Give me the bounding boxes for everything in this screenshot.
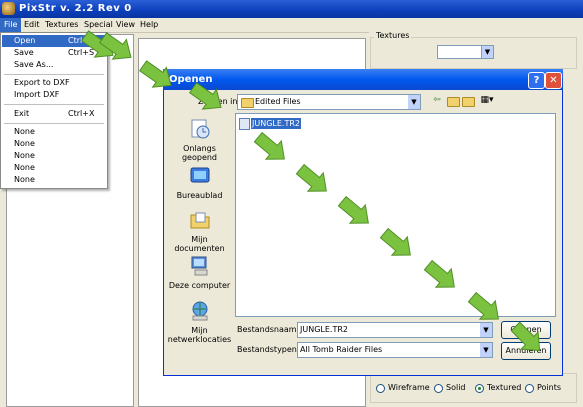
view-menu-icon[interactable]: ▦▾ [478,95,496,106]
radio-solid-label: Solid [446,383,466,392]
filetype-label: Bestandstypen: [237,345,300,354]
radio-textured[interactable] [475,384,484,393]
cancel-button[interactable]: Annuleren [501,342,551,360]
close-button[interactable]: ✕ [545,72,562,89]
network-places-icon [192,301,207,321]
filename-label: Bestandsnaam: [237,325,300,334]
file-icon [239,118,250,130]
app-title-bar: PixStr v. 2.2 Rev 0 [0,0,583,18]
look-in-dropdown[interactable]: Edited Files ▼ [237,94,421,110]
menu-textures[interactable]: Textures [41,18,82,32]
place-desktop[interactable]: Bureaublad [166,165,233,200]
menu-item-recent-1[interactable]: None [2,126,106,138]
back-icon[interactable]: ⇦ [431,95,443,106]
network-places-label: Mijn netwerklocaties [167,326,232,344]
place-my-computer[interactable]: Deze computer [166,255,233,290]
menu-item-recent-4[interactable]: None [2,162,106,174]
menu-separator [4,123,104,124]
place-network[interactable]: Mijn netwerklocaties [166,300,233,344]
my-documents-icon [190,212,209,229]
menu-separator [4,74,104,75]
textures-dropdown[interactable]: ▼ [437,45,494,59]
file-list[interactable] [235,113,556,317]
look-in-label: Zoeken in: [198,97,241,106]
menu-file[interactable]: File [0,18,22,32]
app-title: PixStr v. 2.2 Rev 0 [19,3,132,14]
open-button[interactable]: Openen [501,321,551,339]
radio-points[interactable] [525,384,534,393]
help-button[interactable]: ? [528,72,545,89]
radio-points-label: Points [537,383,562,392]
menu-item-export-dxf[interactable]: Export to DXF [2,77,106,89]
file-menu-dropdown: Open Ctrl+O Save Ctrl+S Save As... Expor… [0,32,108,189]
chevron-down-icon[interactable]: ▼ [480,323,492,337]
menu-item-recent-3[interactable]: None [2,150,106,162]
menu-item-recent-2[interactable]: None [2,138,106,150]
my-computer-icon [191,256,207,276]
place-my-documents[interactable]: Mijn documenten [166,209,233,253]
up-folder-icon[interactable] [447,95,460,107]
folder-icon [241,98,254,108]
menu-help[interactable]: Help [136,18,162,32]
menu-item-save[interactable]: Save Ctrl+S [2,47,106,59]
menu-item-open[interactable]: Open Ctrl+O [2,35,106,47]
radio-wireframe[interactable] [376,384,385,393]
menu-item-save-as[interactable]: Save As... [2,59,106,71]
menu-item-recent-5[interactable]: None [2,174,106,186]
recent-documents-icon [191,119,209,139]
radio-wireframe-label: Wireframe [388,383,430,392]
menu-item-import-dxf[interactable]: Import DXF [2,89,106,101]
dialog-title: Openen [169,74,213,85]
filetype-dropdown[interactable]: All Tomb Raider Files ▼ [297,342,493,358]
menu-edit[interactable]: Edit [20,18,44,32]
chevron-down-icon[interactable]: ▼ [481,46,493,58]
desktop-icon [190,167,209,183]
menu-item-exit[interactable]: Exit Ctrl+X [2,108,106,120]
new-folder-icon[interactable] [462,95,475,107]
place-recent[interactable]: Onlangs geopend [166,118,233,162]
chevron-down-icon[interactable]: ▼ [480,343,492,357]
menu-separator [4,104,104,105]
chevron-down-icon[interactable]: ▼ [408,95,420,109]
radio-solid[interactable] [434,384,443,393]
view-options-group: Wireframe Solid Textured Points [370,373,577,403]
dialog-title-bar: Openen [163,69,563,90]
filename-input[interactable]: JUNGLE.TR2 ▼ [297,322,493,338]
menu-view[interactable]: View [112,18,139,32]
app-icon [2,2,15,15]
textures-label: Textures [374,31,412,40]
radio-textured-label: Textured [487,383,522,392]
menu-bar: File Edit Textures Special View Help [0,18,583,33]
